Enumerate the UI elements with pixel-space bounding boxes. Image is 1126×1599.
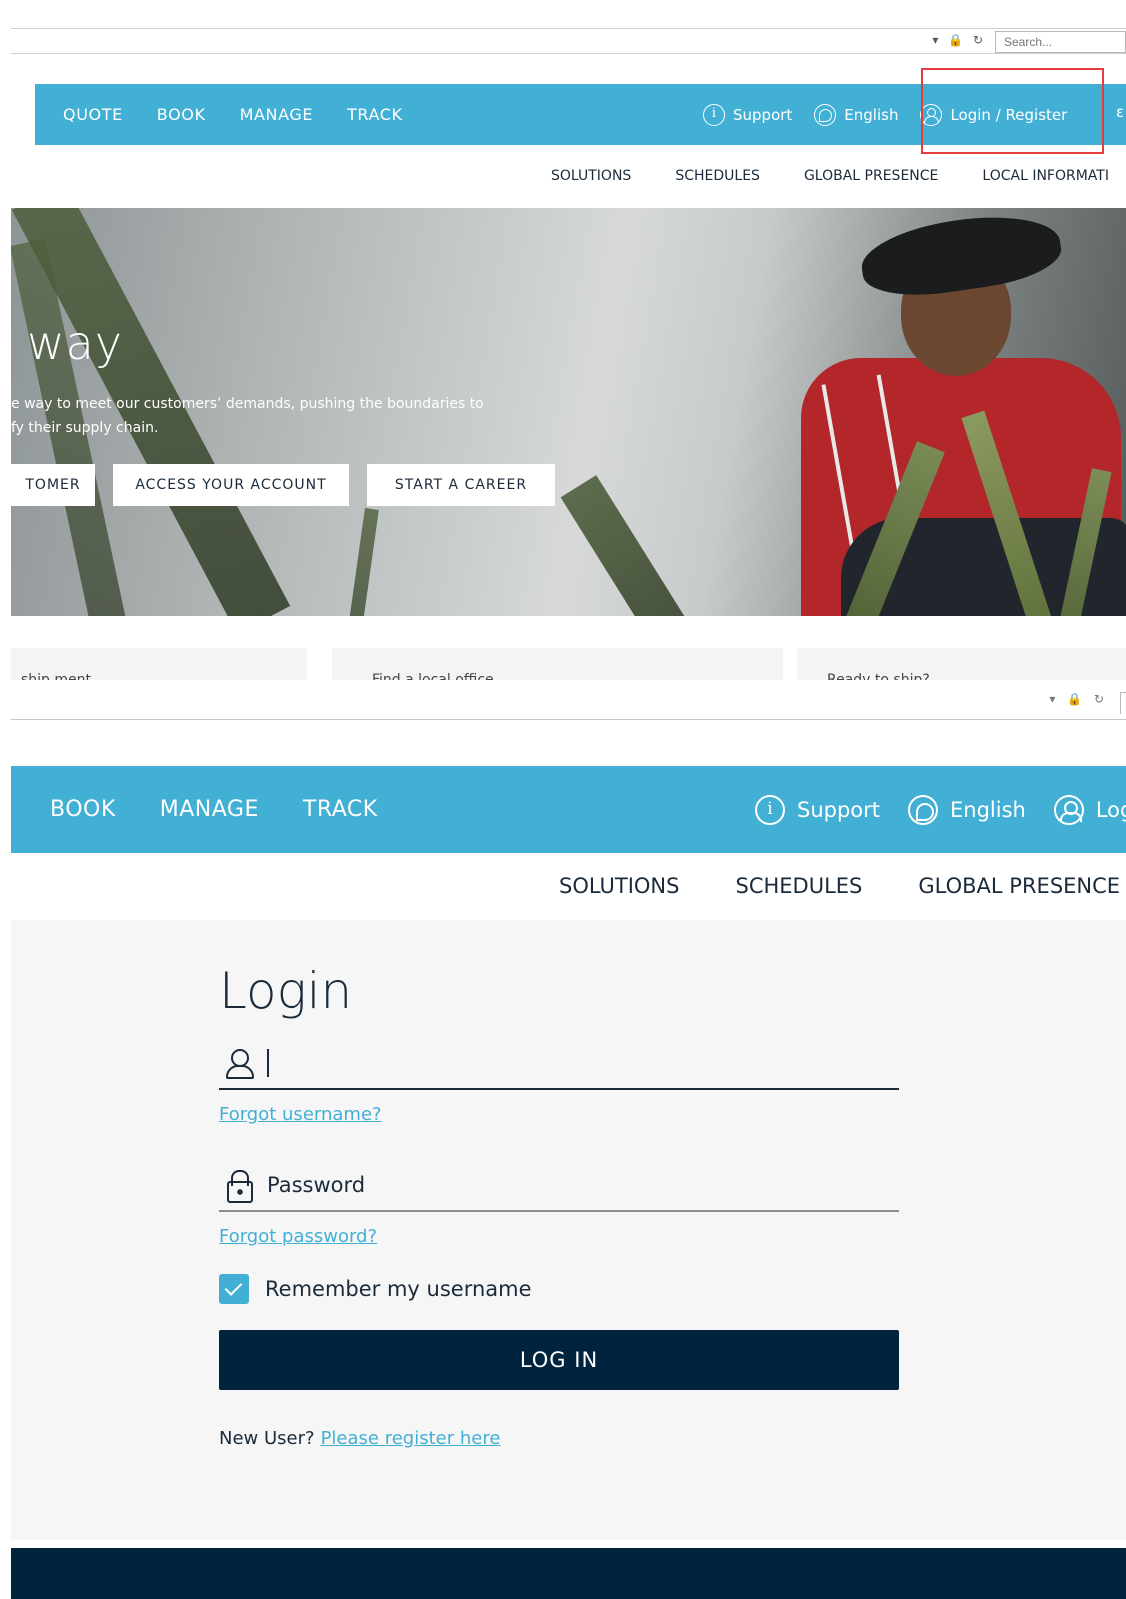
browser-search-edge (1120, 692, 1126, 714)
language-selector[interactable]: English (908, 794, 1026, 825)
password-field[interactable] (219, 1160, 899, 1212)
hero-description-line: fy their supply chain. (11, 420, 159, 436)
register-link[interactable]: Please register here (321, 1428, 501, 1449)
nav-book[interactable]: BOOK (50, 797, 116, 822)
become-customer-button[interactable]: TOMER (11, 464, 95, 506)
language-label: English (950, 797, 1026, 822)
browser-controls-icon[interactable]: ▾ 🔒 ↻ (1049, 692, 1108, 706)
access-account-button[interactable]: ACCESS YOUR ACCOUNT (113, 464, 349, 506)
subnav-global-presence[interactable]: GLOBAL PRESENCE (918, 874, 1120, 898)
lock-icon (223, 1169, 255, 1203)
card-label: Find a local office (372, 672, 494, 680)
browser-address-bar: ▾ 🔒 ↻ (11, 680, 1126, 720)
quick-links: ship ment Find a local office Ready to s… (11, 648, 1126, 680)
language-selector[interactable]: English (814, 103, 899, 126)
hero-description: e way to meet our customers’ demands, pu… (11, 392, 551, 440)
person-icon (223, 1047, 255, 1079)
remember-username[interactable]: Remember my username (219, 1274, 532, 1304)
support-label: Support (797, 797, 881, 822)
subnav-global-presence[interactable]: GLOBAL PRESENCE (804, 168, 938, 184)
hero-banner: way e way to meet our customers’ demands… (11, 208, 1126, 616)
card-shipment[interactable]: ship ment (11, 648, 307, 680)
nav-track[interactable]: TRACK (303, 797, 378, 822)
browser-search-input[interactable] (995, 31, 1126, 53)
primary-nav-bar: BOOK MANAGE TRACK Support English Log (11, 766, 1126, 853)
info-icon (755, 794, 785, 825)
top-screenshot: ▾ 🔒 ↻ QUOTE BOOK MANAGE TRACK Support En… (0, 0, 1126, 680)
primary-nav: QUOTE BOOK MANAGE TRACK (63, 84, 403, 145)
extra-nav-icon[interactable]: ε (1116, 103, 1126, 121)
subnav-solutions[interactable]: SOLUTIONS (559, 874, 679, 898)
browser-address-bar: ▾ 🔒 ↻ (11, 28, 1126, 54)
card-local-office[interactable]: Find a local office (332, 648, 783, 680)
hero-image-leaf (560, 475, 724, 616)
card-ready-to-ship[interactable]: Ready to ship? (797, 648, 1126, 680)
user-icon (1053, 794, 1084, 825)
subnav-solutions[interactable]: SOLUTIONS (551, 168, 631, 184)
primary-nav: BOOK MANAGE TRACK (50, 766, 378, 853)
hero-image-leaf (337, 507, 379, 616)
language-label: English (844, 105, 899, 124)
remember-label: Remember my username (265, 1277, 532, 1301)
new-user-prompt: New User? Please register here (219, 1428, 500, 1449)
login-register-label: Log (1095, 797, 1126, 822)
nav-manage[interactable]: MANAGE (160, 797, 259, 822)
hero-title: way (27, 316, 124, 370)
password-input[interactable] (267, 1173, 867, 1197)
login-form: Login Forgot username? Forgot password? … (11, 920, 1126, 1540)
username-input[interactable] (273, 1051, 873, 1075)
start-career-button[interactable]: START A CAREER (367, 464, 555, 506)
card-label: ship ment (21, 672, 92, 680)
nav-track[interactable]: TRACK (347, 105, 403, 124)
globe-icon (908, 794, 939, 825)
forgot-username-link[interactable]: Forgot username? (219, 1104, 382, 1125)
subnav-schedules[interactable]: SCHEDULES (735, 874, 862, 898)
card-label: Ready to ship? (827, 672, 930, 680)
highlight-annotation (921, 68, 1104, 154)
subnav-schedules[interactable]: SCHEDULES (675, 168, 760, 184)
subnav-local-information[interactable]: LOCAL INFORMATI (982, 168, 1109, 184)
login-title: Login (219, 962, 353, 1020)
browser-controls-icon[interactable]: ▾ 🔒 ↻ (932, 33, 986, 47)
secondary-nav: SOLUTIONS SCHEDULES GLOBAL PRESENCE | (559, 874, 1126, 898)
username-field[interactable] (219, 1038, 899, 1090)
utility-nav: Support English Log (755, 766, 1126, 853)
globe-icon (814, 103, 837, 126)
login-register-link[interactable]: Log (1053, 794, 1126, 825)
support-link[interactable]: Support (703, 103, 793, 126)
text-cursor (267, 1049, 269, 1077)
new-user-text: New User? (219, 1428, 315, 1449)
forgot-password-link[interactable]: Forgot password? (219, 1226, 377, 1247)
bottom-screenshot: ▾ 🔒 ↻ BOOK MANAGE TRACK Support English … (0, 680, 1126, 1599)
nav-quote[interactable]: QUOTE (63, 105, 123, 124)
support-label: Support (733, 105, 793, 124)
nav-book[interactable]: BOOK (157, 105, 206, 124)
info-icon (703, 103, 725, 126)
login-button[interactable]: LOG IN (219, 1330, 899, 1390)
remember-checkbox[interactable] (219, 1274, 249, 1304)
nav-manage[interactable]: MANAGE (240, 105, 314, 124)
secondary-nav: SOLUTIONS SCHEDULES GLOBAL PRESENCE LOCA… (551, 168, 1109, 184)
hero-description-line: e way to meet our customers’ demands, pu… (11, 396, 484, 412)
support-link[interactable]: Support (755, 794, 881, 825)
footer (11, 1548, 1126, 1599)
